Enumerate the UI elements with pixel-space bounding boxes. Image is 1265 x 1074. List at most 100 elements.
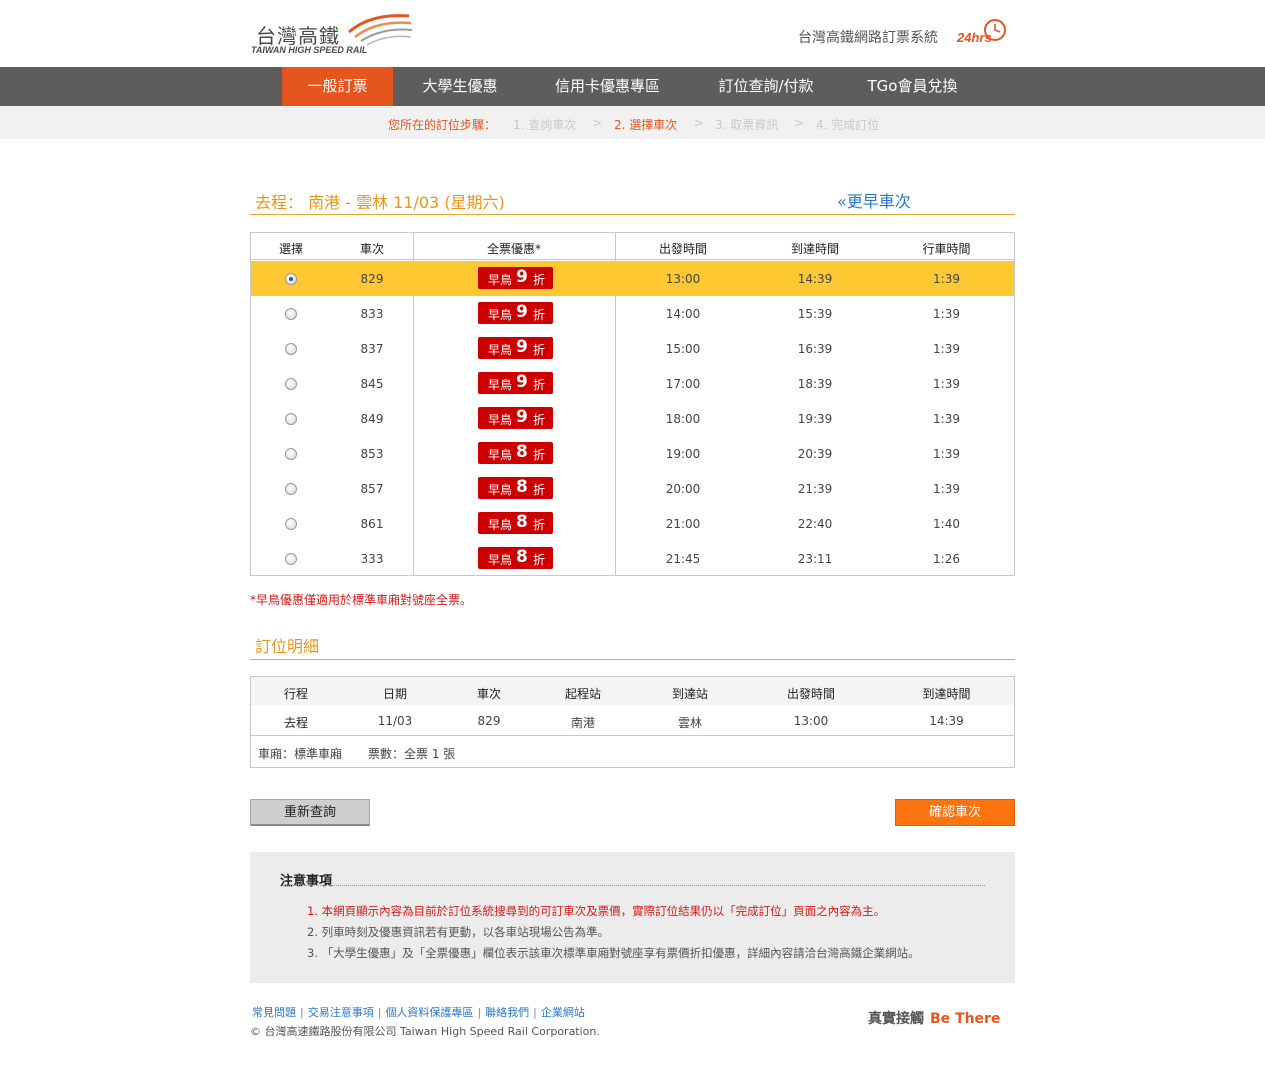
- travel-duration: 1:26: [933, 552, 960, 566]
- train-number: 861: [360, 517, 384, 531]
- badge-suffix: 折: [533, 448, 546, 462]
- train-number: 833: [360, 307, 384, 321]
- train-select-radio[interactable]: [285, 343, 297, 355]
- nav-tab-general-booking[interactable]: 一般訂票: [282, 67, 393, 106]
- footer-link-separator: |: [477, 1006, 482, 1019]
- copyright: © 台灣高速鐵路股份有限公司 Taiwan High Speed Rail Co…: [250, 1025, 600, 1038]
- arrive-time: 14:39: [797, 272, 833, 286]
- nav-tab-credit-card[interactable]: 信用卡優惠專區: [530, 67, 685, 106]
- train-row[interactable]: 845 17:00 18:39 1:39 早鳥 9 折: [251, 366, 1014, 401]
- requery-button[interactable]: 重新查詢: [250, 799, 370, 826]
- train-row[interactable]: 849 18:00 19:39 1:39 早鳥 9 折: [251, 401, 1014, 436]
- train-number: 837: [360, 342, 384, 356]
- notice-item-1: 1. 本網頁顯示內容為目前於訂位系統搜尋到的可訂車次及票價，實際訂位結果仍以「完…: [307, 904, 886, 918]
- nav-tab-booking-query[interactable]: 訂位查詢/付款: [700, 67, 832, 106]
- badge-discount-value: 8: [516, 547, 528, 567]
- col-header-arrive: 到達時間: [790, 242, 839, 256]
- footer-link-faq[interactable]: 常見問題: [252, 1006, 296, 1019]
- slogan: 真實接觸 Be There: [868, 1008, 1000, 1028]
- footer-link-separator: |: [300, 1006, 304, 1019]
- depart-time: 15:00: [665, 342, 701, 356]
- booking-steps: 您所在的訂位步驟： 1. 查詢車次 > 2. 選擇車次 > 3. 取票資訊 > …: [0, 106, 1265, 139]
- booking-col-to: 到達站: [671, 687, 708, 701]
- badge-discount-value: 9: [516, 372, 528, 392]
- badge-suffix: 折: [533, 483, 546, 497]
- train-select-radio[interactable]: [285, 308, 297, 320]
- footer-link-contact[interactable]: 聯絡我們: [485, 1006, 529, 1019]
- booking-to-value: 雲林: [677, 716, 702, 730]
- booking-col-date: 日期: [382, 687, 407, 701]
- booking-train-value: 829: [477, 714, 501, 728]
- confirm-train-button[interactable]: 確認車次: [895, 799, 1015, 826]
- depart-time: 17:00: [665, 377, 701, 391]
- 24hrs-clock-icon: 24hrs: [956, 19, 1006, 45]
- badge-prefix: 早鳥: [488, 483, 513, 497]
- early-bird-discount-badge: 早鳥 9 折: [478, 372, 553, 394]
- slogan-zh: 真實接觸: [868, 1011, 924, 1027]
- badge-discount-value: 8: [516, 442, 528, 462]
- train-select-radio[interactable]: [285, 378, 297, 390]
- steps-label: 您所在的訂位步驟：: [388, 118, 497, 132]
- footer-link-privacy[interactable]: 個人資料保護專區: [385, 1006, 473, 1019]
- step-2-current: 2. 選擇車次: [614, 118, 678, 132]
- footer-link-transaction-notes[interactable]: 交易注意事項: [308, 1006, 374, 1019]
- train-select-radio[interactable]: [285, 553, 297, 565]
- badge-prefix: 早鳥: [488, 553, 513, 567]
- badge-suffix: 折: [533, 343, 546, 357]
- train-row[interactable]: 833 14:00 15:39 1:39 早鳥 9 折: [251, 296, 1014, 331]
- train-row[interactable]: 861 21:00 22:40 1:40 早鳥 8 折: [251, 506, 1014, 541]
- footer-links: 常見問題 | 交易注意事項 | 個人資料保護專區 | 聯絡我們 | 企業網站: [252, 1004, 585, 1020]
- footer-link-corporate[interactable]: 企業網站: [541, 1006, 585, 1019]
- train-row[interactable]: 837 15:00 16:39 1:39 早鳥 9 折: [251, 331, 1014, 366]
- trip-title: 去程： 南港 - 雲林 11/03 (星期六): [255, 193, 505, 212]
- train-select-radio[interactable]: [285, 518, 297, 530]
- earlier-trains-link[interactable]: «更早車次: [837, 188, 911, 212]
- badge-discount-value: 9: [516, 302, 528, 322]
- badge-prefix: 早鳥: [488, 378, 513, 392]
- system-title: 台灣高鐵網路訂票系統: [798, 30, 938, 46]
- step-separator: >: [592, 116, 603, 130]
- train-table-header: 選擇 車次 全票優惠* 出發時間 到達時間 行車時間: [251, 233, 1014, 260]
- badge-discount-value: 9: [516, 407, 528, 427]
- depart-time: 21:00: [665, 517, 701, 531]
- train-row[interactable]: 853 19:00 20:39 1:39 早鳥 8 折: [251, 436, 1014, 471]
- train-select-radio[interactable]: [285, 483, 297, 495]
- arrive-time: 22:40: [797, 517, 833, 531]
- early-bird-discount-badge: 早鳥 9 折: [478, 407, 553, 429]
- train-select-radio[interactable]: [285, 448, 297, 460]
- thsr-logo[interactable]: 台灣高鐵 TAIWAN HIGH SPEED RAIL: [250, 8, 420, 60]
- arrive-time: 20:39: [797, 447, 833, 461]
- badge-prefix: 早鳥: [488, 308, 513, 322]
- notice-title: 注意事項: [280, 874, 333, 889]
- train-number: 829: [360, 272, 384, 286]
- nav-tab-tgo-redeem[interactable]: TGo會員兌換: [850, 67, 975, 106]
- col-header-discount: 全票優惠*: [486, 242, 541, 256]
- train-number: 849: [360, 412, 384, 426]
- arrive-time: 21:39: [797, 482, 833, 496]
- booking-depart-value: 13:00: [793, 714, 829, 728]
- train-row[interactable]: 829 13:00 14:39 1:39 早鳥 9 折: [251, 261, 1014, 296]
- col-header-depart: 出發時間: [658, 242, 707, 256]
- nav-tab-student-discount[interactable]: 大學生優惠: [400, 67, 520, 106]
- badge-discount-value: 8: [516, 512, 528, 532]
- arrive-time: 15:39: [797, 307, 833, 321]
- column-divider: [413, 233, 414, 575]
- depart-time: 20:00: [665, 482, 701, 496]
- travel-duration: 1:39: [933, 307, 960, 321]
- arrive-time: 23:11: [797, 552, 833, 566]
- badge-suffix: 折: [533, 553, 546, 567]
- train-number: 845: [360, 377, 384, 391]
- badge-prefix: 早鳥: [488, 518, 513, 532]
- car-type: 車廂：標準車廂: [258, 747, 343, 761]
- trip-title-divider: [250, 214, 1015, 215]
- train-select-radio[interactable]: [285, 273, 297, 285]
- badge-discount-value: 8: [516, 477, 528, 497]
- train-select-radio[interactable]: [285, 413, 297, 425]
- col-header-duration: 行車時間: [922, 242, 971, 256]
- train-row[interactable]: 333 21:45 23:11 1:26 早鳥 8 折: [251, 541, 1014, 576]
- column-divider: [615, 233, 616, 575]
- 24hrs-label: 24hrs: [956, 30, 992, 45]
- badge-prefix: 早鳥: [488, 448, 513, 462]
- badge-prefix: 早鳥: [488, 273, 513, 287]
- train-row[interactable]: 857 20:00 21:39 1:39 早鳥 8 折: [251, 471, 1014, 506]
